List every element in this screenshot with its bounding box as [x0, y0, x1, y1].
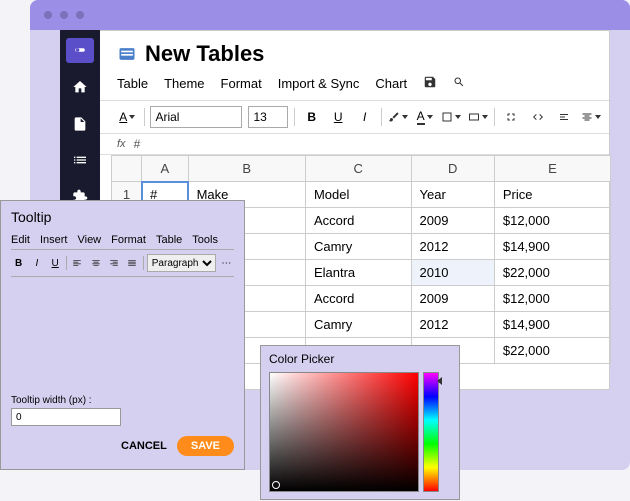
- tooltip-panel: Tooltip Edit Insert View Format Table To…: [0, 200, 245, 470]
- wrap-button[interactable]: [554, 106, 575, 128]
- cell[interactable]: $22,000: [494, 260, 610, 286]
- tooltip-align-left[interactable]: [70, 255, 85, 271]
- formula-bar: fx #: [61, 134, 609, 155]
- tooltip-underline[interactable]: U: [48, 255, 63, 271]
- column-header[interactable]: C: [305, 156, 411, 182]
- tooltip-menu-view[interactable]: View: [77, 234, 101, 246]
- sidebar-list[interactable]: [66, 148, 94, 173]
- cell[interactable]: Accord: [305, 286, 411, 312]
- search-icon[interactable]: [453, 76, 465, 91]
- tooltip-panel-title: Tooltip: [11, 209, 234, 225]
- menu-format[interactable]: Format: [221, 76, 262, 91]
- sidebar-document[interactable]: [66, 111, 94, 136]
- column-header[interactable]: [112, 156, 142, 182]
- cell[interactable]: $14,900: [494, 312, 610, 338]
- menu-theme[interactable]: Theme: [164, 76, 204, 91]
- cell[interactable]: Model: [305, 182, 411, 208]
- code-button[interactable]: [527, 106, 548, 128]
- color-satval-area[interactable]: [269, 372, 419, 492]
- tooltip-more[interactable]: ⋯: [219, 255, 234, 271]
- tooltip-bold[interactable]: B: [11, 255, 26, 271]
- tooltip-menu-edit[interactable]: Edit: [11, 234, 30, 246]
- tooltip-align-justify[interactable]: [125, 255, 140, 271]
- font-size-input[interactable]: [248, 106, 288, 128]
- tooltip-menu-insert[interactable]: Insert: [40, 234, 68, 246]
- menubar: Table Theme Format Import & Sync Chart: [61, 71, 609, 101]
- text-color-button[interactable]: A: [414, 106, 435, 128]
- tooltip-width-label: Tooltip width (px) :: [11, 395, 234, 406]
- border-button[interactable]: [441, 106, 462, 128]
- fullscreen-button[interactable]: [501, 106, 522, 128]
- save-icon[interactable]: [423, 75, 437, 92]
- table-doc-icon: [117, 44, 137, 64]
- tooltip-editor[interactable]: [11, 279, 234, 389]
- cell[interactable]: Camry: [305, 234, 411, 260]
- fill-color-button[interactable]: [388, 106, 409, 128]
- cell[interactable]: Price: [494, 182, 610, 208]
- sidebar-home[interactable]: [66, 75, 94, 100]
- tooltip-menu-table[interactable]: Table: [156, 234, 182, 246]
- color-picker-title: Color Picker: [269, 352, 451, 366]
- cell[interactable]: 2010: [411, 260, 494, 286]
- cancel-button[interactable]: CANCEL: [121, 440, 167, 452]
- page-title: New Tables: [145, 41, 264, 67]
- menu-chart[interactable]: Chart: [375, 76, 407, 91]
- cell[interactable]: Camry: [305, 312, 411, 338]
- align-button[interactable]: [580, 106, 601, 128]
- cell[interactable]: $22,000: [494, 338, 610, 364]
- fx-label: fx: [117, 138, 126, 150]
- color-hue-slider[interactable]: [423, 372, 439, 492]
- tooltip-menu-format[interactable]: Format: [111, 234, 146, 246]
- cell[interactable]: 2012: [411, 234, 494, 260]
- cell[interactable]: 2012: [411, 312, 494, 338]
- menu-table[interactable]: Table: [117, 76, 148, 91]
- sidebar-toggle[interactable]: [66, 38, 94, 63]
- save-button[interactable]: SAVE: [177, 436, 234, 456]
- column-header[interactable]: D: [411, 156, 494, 182]
- tooltip-width-input[interactable]: [11, 408, 121, 426]
- italic-button[interactable]: I: [354, 106, 375, 128]
- cell[interactable]: 2009: [411, 286, 494, 312]
- window-titlebar: [30, 0, 630, 30]
- tooltip-italic[interactable]: I: [29, 255, 44, 271]
- cell[interactable]: Year: [411, 182, 494, 208]
- tooltip-align-center[interactable]: [88, 255, 103, 271]
- underline-button[interactable]: U: [328, 106, 349, 128]
- column-header[interactable]: B: [188, 156, 305, 182]
- font-family-select[interactable]: [150, 106, 242, 128]
- color-picker-panel: Color Picker: [260, 345, 460, 500]
- cell[interactable]: 2009: [411, 208, 494, 234]
- bold-button[interactable]: B: [301, 106, 322, 128]
- toolbar: A B U I A: [61, 101, 609, 134]
- cell[interactable]: $12,000: [494, 286, 610, 312]
- fx-value[interactable]: #: [134, 137, 141, 151]
- cell[interactable]: $14,900: [494, 234, 610, 260]
- tooltip-menu-tools[interactable]: Tools: [192, 234, 218, 246]
- tooltip-align-right[interactable]: [106, 255, 121, 271]
- cell[interactable]: Accord: [305, 208, 411, 234]
- cell[interactable]: $12,000: [494, 208, 610, 234]
- cell[interactable]: Elantra: [305, 260, 411, 286]
- merge-button[interactable]: [467, 106, 488, 128]
- tooltip-paragraph-select[interactable]: Paragraph: [147, 254, 216, 272]
- font-color-dropdown[interactable]: A: [117, 106, 138, 128]
- menu-import-sync[interactable]: Import & Sync: [278, 76, 360, 91]
- column-header[interactable]: E: [494, 156, 610, 182]
- column-header[interactable]: A: [142, 156, 189, 182]
